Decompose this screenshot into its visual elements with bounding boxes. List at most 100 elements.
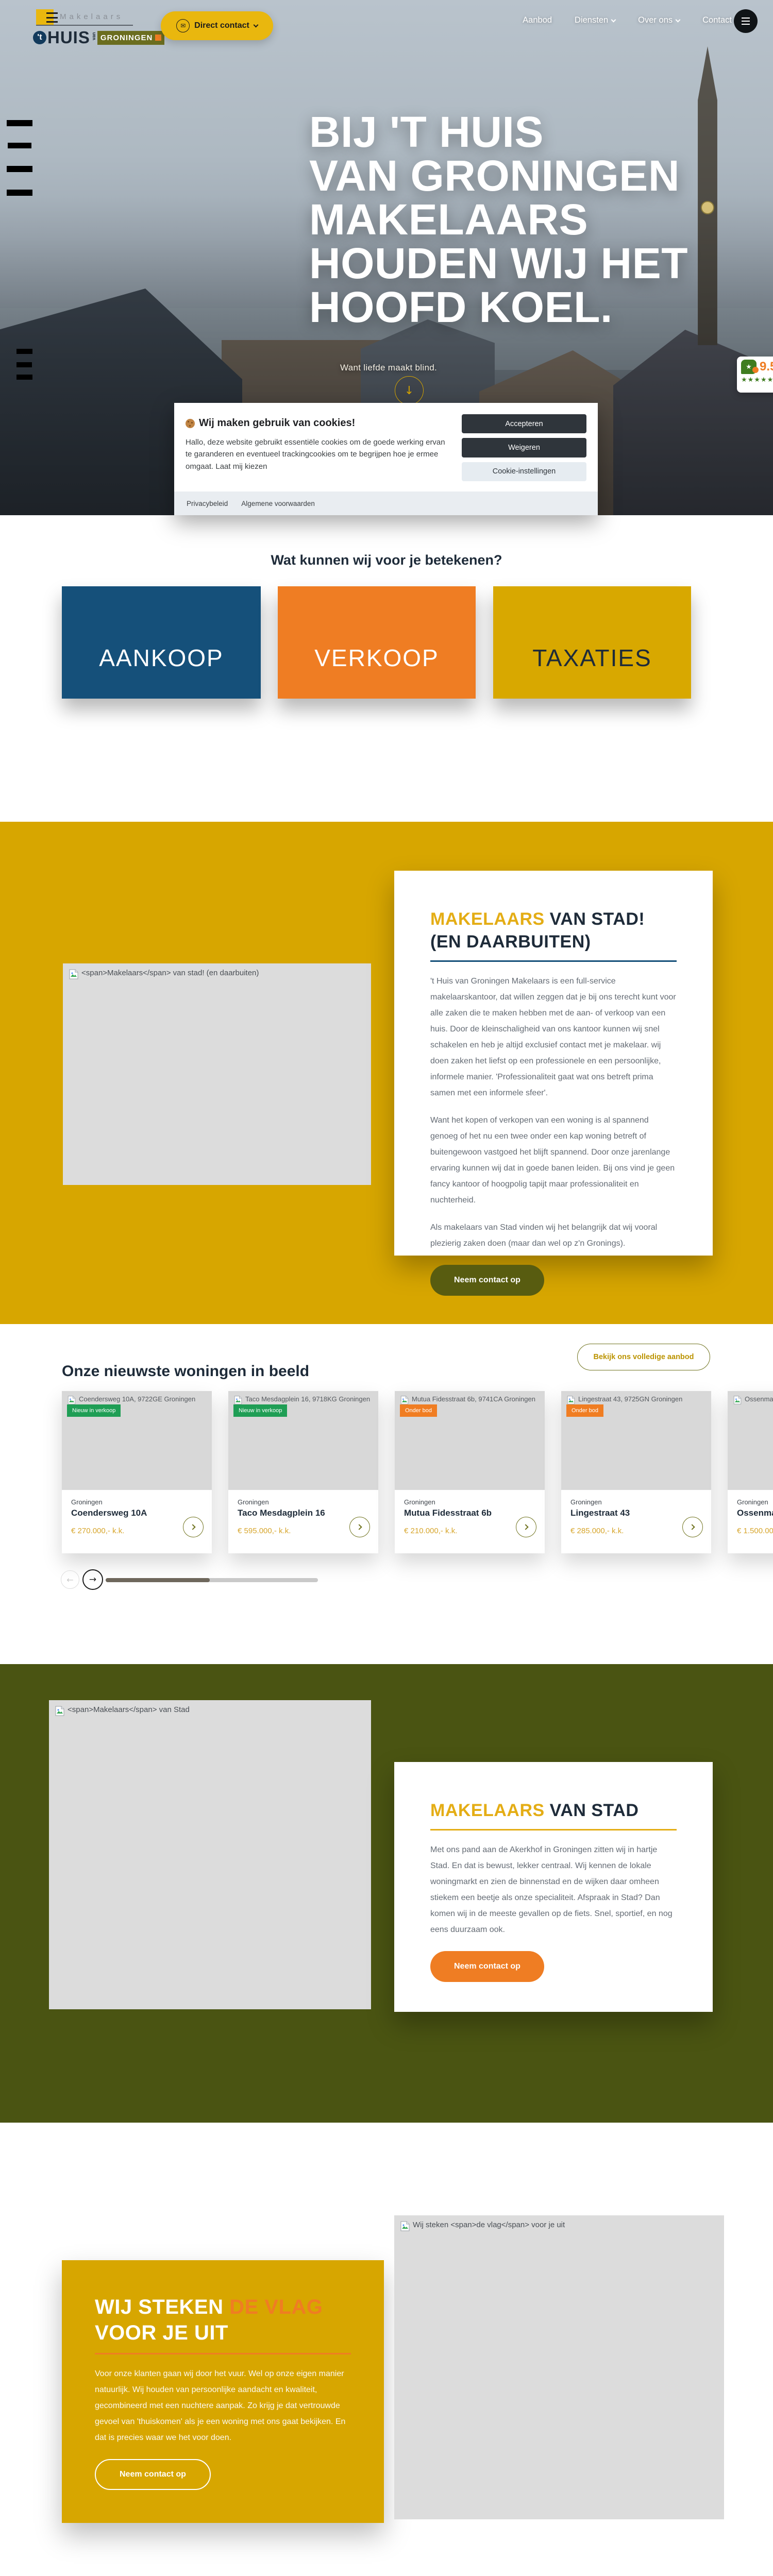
contact-button[interactable]: Neem contact op	[430, 1951, 544, 1982]
status-badge: Nieuw in verkoop	[67, 1404, 121, 1417]
property-card[interactable]: Coendersweg 10A, 9722GE Groningen Nieuw …	[62, 1391, 212, 1553]
cookie-icon	[186, 418, 195, 428]
chevron-down-icon	[253, 22, 259, 28]
image-alt-text: <span>Makelaars</span> van stad! (en daa…	[81, 969, 259, 977]
contact-button[interactable]: Neem contact op	[430, 1265, 544, 1296]
arrow-left-icon: ←	[66, 1574, 74, 1585]
broken-image-placeholder: <span>Makelaars</span> van Stad	[49, 1700, 371, 2009]
card-title: MAKELAARS VAN STAD	[430, 1801, 639, 1820]
card-title: WIJ STEKEN DE VLAG VOOR JE UIT	[95, 2296, 323, 2344]
decorative-bar	[16, 375, 32, 380]
terms-link[interactable]: Algemene voorwaarden	[241, 500, 315, 507]
property-street: Lingestraat 43	[570, 1508, 630, 1518]
property-street: Mutua Fidesstraat 6b	[404, 1508, 492, 1518]
header: Makelaars 't HUIS van GRONINGEN ✉ Direct…	[0, 0, 773, 57]
decorative-bar	[7, 190, 32, 196]
broken-image-icon	[55, 1706, 64, 1716]
logo-t-icon: 't	[33, 31, 46, 44]
logo-lines-icon	[46, 12, 58, 23]
broken-image-placeholder: <span>Makelaars</span> van stad! (en daa…	[63, 963, 371, 1185]
carousel-next-button[interactable]: →	[82, 1569, 103, 1590]
image-alt-text: Lingestraat 43, 9725GN Groningen	[578, 1395, 683, 1403]
broken-image-icon	[400, 1396, 409, 1404]
rating-stars: ★★★★★	[741, 376, 773, 384]
service-block-aankoop[interactable]: AANKOOP	[62, 586, 261, 699]
status-badge: Onder bod	[566, 1404, 603, 1417]
page: BIJ 'T HUIS VAN GRONINGEN MAKELAARS HOUD…	[0, 0, 773, 2576]
content-card: MAKELAARS VAN STAD Met ons pand aan de A…	[394, 1762, 713, 2012]
decorative-bar	[16, 349, 32, 354]
logo-orange-square	[155, 35, 162, 41]
section-makelaars-van-stad-daarbuiten: <span>Makelaars</span> van stad! (en daa…	[0, 822, 773, 1324]
logo[interactable]: Makelaars 't HUIS van GRONINGEN	[33, 8, 165, 48]
card-paragraph: Met ons pand aan de Akerkhof in Groninge…	[430, 1845, 673, 1934]
nav-item-diensten[interactable]: Diensten	[575, 15, 616, 25]
listings-heading: Onze nieuwste woningen in beeld	[62, 1363, 310, 1380]
hero-tagline: Want liefde maakt blind.	[340, 363, 437, 372]
property-card[interactable]: Ossenmarkt 5, 9712NZ Groningen Groningen…	[728, 1391, 773, 1553]
direct-contact-label: Direct contact	[194, 21, 249, 30]
nav-item-contact[interactable]: Contact	[702, 15, 732, 25]
card-paragraph: Want het kopen of verkopen van een wonin…	[430, 1116, 675, 1205]
arrow-right-icon: →	[89, 1574, 97, 1585]
broken-image-icon	[69, 969, 78, 979]
image-alt-text: Wij steken <span>de vlag</span> voor je …	[413, 2221, 565, 2229]
services-heading: Wat kunnen wij voor je betekenen?	[271, 552, 502, 568]
chevron-right-icon	[356, 1524, 362, 1530]
property-arrow-button[interactable]	[516, 1517, 536, 1537]
chevron-right-icon	[688, 1524, 695, 1530]
property-street: Coendersweg 10A	[71, 1508, 147, 1518]
title-underline	[95, 2353, 351, 2354]
broken-image-icon	[68, 1396, 76, 1404]
broken-image-placeholder: Wij steken <span>de vlag</span> voor je …	[394, 2215, 724, 2519]
service-block-taxaties[interactable]: TAXATIES	[493, 586, 691, 699]
nav-item-aanbod[interactable]: Aanbod	[523, 15, 552, 25]
hero-title-line: BIJ 'T HUIS	[309, 108, 544, 156]
property-image-placeholder: Lingestraat 43, 9725GN Groningen Onder b…	[561, 1391, 711, 1490]
cookie-accept-button[interactable]: Accepteren	[462, 414, 586, 434]
mail-icon: ✉	[176, 19, 190, 32]
property-card[interactable]: Mutua Fidesstraat 6b, 9741CA Groningen O…	[395, 1391, 545, 1553]
property-arrow-button[interactable]	[183, 1517, 204, 1537]
logo-huis-text: HUIS	[47, 28, 90, 47]
carousel-prev-button[interactable]: ←	[61, 1570, 79, 1589]
carousel-progress-track[interactable]	[106, 1578, 318, 1582]
review-bubble-icon: ★	[741, 360, 759, 374]
broken-image-icon	[400, 2221, 410, 2231]
menu-button[interactable]	[734, 9, 758, 33]
property-image-placeholder: Coendersweg 10A, 9722GE Groningen Nieuw …	[62, 1391, 212, 1490]
privacy-policy-link[interactable]: Privacybeleid	[187, 500, 228, 507]
property-arrow-button[interactable]	[682, 1517, 703, 1537]
property-image-placeholder: Mutua Fidesstraat 6b, 9741CA Groningen O…	[395, 1391, 545, 1490]
direct-contact-button[interactable]: ✉ Direct contact	[161, 11, 273, 40]
image-alt-text: Ossenmarkt 5, 9712NZ Groningen	[745, 1395, 773, 1403]
title-underline	[430, 1829, 677, 1831]
card-title: MAKELAARS VAN STAD! (EN DAARBUITEN)	[430, 909, 645, 952]
property-street: Ossenmarkt 5	[737, 1508, 773, 1518]
view-all-listings-button[interactable]: Bekijk ons volledige aanbod	[577, 1344, 710, 1370]
cookie-deny-button[interactable]: Weigeren	[462, 438, 586, 457]
property-city: Groningen	[238, 1498, 269, 1506]
card-paragraph: 't Huis van Groningen Makelaars is een f…	[430, 977, 676, 1097]
service-block-verkoop[interactable]: VERKOOP	[278, 586, 476, 699]
logo-rule	[36, 25, 133, 26]
review-rating-widget[interactable]: ★ 9.5 ★★★★★	[737, 357, 773, 393]
property-arrow-button[interactable]	[349, 1517, 370, 1537]
chevron-down-icon	[611, 17, 616, 22]
contact-button[interactable]: Neem contact op	[95, 2459, 211, 2490]
nav-item-over-ons[interactable]: Over ons	[638, 15, 681, 25]
chevron-down-icon	[675, 17, 681, 22]
property-city: Groningen	[570, 1498, 602, 1506]
property-card[interactable]: Lingestraat 43, 9725GN Groningen Onder b…	[561, 1391, 711, 1553]
property-price: € 1.500.000,- k.k.	[737, 1527, 773, 1535]
scroll-down-button[interactable]: ↓	[395, 376, 424, 405]
content-card: MAKELAARS VAN STAD! (EN DAARBUITEN) 't Hu…	[394, 871, 713, 1296]
property-card[interactable]: Taco Mesdagplein 16, 9718KG Groningen Ni…	[228, 1391, 378, 1553]
hero-title: BIJ 'T HUIS VAN GRONINGEN MAKELAARS HOUD…	[309, 110, 763, 329]
rating-score: 9.5	[760, 360, 773, 374]
cookie-settings-button[interactable]: Cookie-instellingen	[462, 462, 586, 481]
property-image-placeholder: Ossenmarkt 5, 9712NZ Groningen	[728, 1391, 773, 1490]
cookie-title: Wij maken gebruik van cookies!	[186, 417, 452, 429]
property-image-placeholder: Taco Mesdagplein 16, 9718KG Groningen Ni…	[228, 1391, 378, 1490]
decorative-bar	[8, 143, 31, 148]
